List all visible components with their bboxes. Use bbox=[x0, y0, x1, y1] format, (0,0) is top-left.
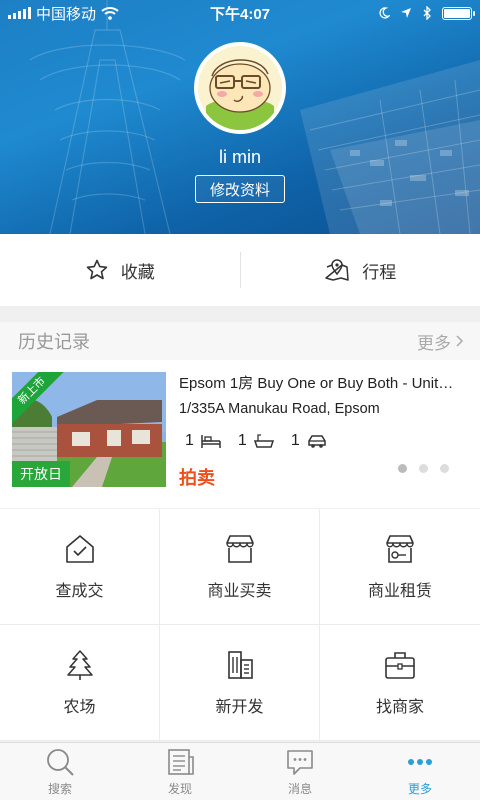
bathroom-count: 1 bbox=[237, 432, 247, 449]
building-icon bbox=[227, 650, 253, 679]
history-section: 历史记录 更多 新上市 开放日 Epsom 1房 Buy One or Buy … bbox=[0, 322, 480, 508]
listing-photo: 新上市 开放日 bbox=[12, 372, 166, 487]
history-title: 历史记录 bbox=[18, 332, 90, 352]
tab-more[interactable]: 更多 bbox=[360, 743, 480, 800]
battery-icon bbox=[442, 6, 475, 20]
find-business-button[interactable]: 找商家 bbox=[320, 625, 480, 741]
parking-count: 1 bbox=[290, 432, 300, 449]
open-home-badge: 开放日 bbox=[12, 461, 70, 487]
pager-dot bbox=[419, 464, 428, 473]
message-icon bbox=[287, 749, 313, 775]
grid-item-label: 找商家 bbox=[375, 698, 424, 716]
briefcase-icon bbox=[385, 651, 415, 679]
commercial-sale-button[interactable]: 商业买卖 bbox=[160, 509, 320, 625]
services-grid: 查成交 商业买卖 商业租赁 农场 新开发 找商家 bbox=[0, 509, 480, 741]
history-header: 历史记录 更多 bbox=[0, 322, 480, 360]
location-arrow-icon bbox=[401, 8, 411, 18]
username: li min bbox=[218, 147, 261, 167]
edit-profile-button[interactable]: 修改资料 bbox=[195, 175, 285, 203]
favorites-button[interactable]: 收藏 bbox=[0, 258, 240, 283]
pager-dot bbox=[398, 464, 407, 473]
grid-item-label: 查成交 bbox=[55, 582, 104, 600]
history-more-link[interactable]: 更多 bbox=[417, 329, 464, 354]
avatar[interactable] bbox=[194, 42, 286, 134]
tab-messages[interactable]: 消息 bbox=[240, 743, 360, 800]
sale-type-label: 拍卖 bbox=[179, 468, 215, 488]
listing-address: 1/335A Manukau Road, Epsom bbox=[179, 401, 380, 417]
car-icon bbox=[307, 435, 326, 448]
bed-icon bbox=[201, 435, 221, 448]
history-pager bbox=[398, 464, 449, 473]
more-icon bbox=[408, 758, 432, 765]
commercial-lease-button[interactable]: 商业租赁 bbox=[320, 509, 480, 625]
grid-item-label: 商业买卖 bbox=[207, 582, 272, 600]
star-icon bbox=[86, 259, 108, 280]
pager-dot bbox=[440, 464, 449, 473]
moon-icon bbox=[379, 7, 390, 19]
tab-label: 发现 bbox=[167, 781, 192, 796]
search-icon bbox=[47, 748, 74, 776]
sold-records-button[interactable]: 查成交 bbox=[0, 509, 160, 625]
trips-label: 行程 bbox=[362, 262, 397, 282]
tab-label: 消息 bbox=[287, 781, 312, 796]
listing-title: Epsom 1房 Buy One or Buy Both - Unit… bbox=[179, 375, 454, 392]
tab-search[interactable]: 搜索 bbox=[0, 743, 120, 800]
bathtub-icon bbox=[253, 434, 274, 448]
chevron-right-icon bbox=[456, 335, 464, 347]
grid-item-label: 商业租赁 bbox=[367, 582, 432, 600]
carrier-name: 中国移动 bbox=[36, 5, 97, 23]
history-more-label: 更多 bbox=[417, 333, 451, 353]
history-listing-card[interactable]: 新上市 开放日 Epsom 1房 Buy One or Buy Both - U… bbox=[12, 372, 468, 488]
house-check-icon bbox=[65, 534, 94, 563]
listing-features: 1 1 1 bbox=[185, 432, 328, 450]
status-bar: 中国移动 下午4:07 bbox=[0, 0, 480, 26]
shop-icon bbox=[225, 534, 254, 563]
grid-item-label: 新开发 bbox=[215, 698, 264, 716]
shop-key-icon bbox=[386, 534, 414, 563]
trips-button[interactable]: 行程 bbox=[241, 258, 480, 283]
farm-button[interactable]: 农场 bbox=[0, 625, 160, 741]
newspaper-icon bbox=[168, 748, 194, 775]
tab-label: 搜索 bbox=[47, 781, 72, 796]
tab-label: 更多 bbox=[407, 781, 432, 796]
favorites-label: 收藏 bbox=[120, 262, 155, 282]
tab-discover[interactable]: 发现 bbox=[120, 743, 240, 800]
tree-icon bbox=[66, 649, 93, 680]
status-time: 下午4:07 bbox=[209, 5, 271, 23]
bedroom-count: 1 bbox=[185, 432, 194, 449]
wifi-icon bbox=[101, 7, 119, 20]
signal-icon bbox=[8, 7, 31, 19]
grid-item-label: 农场 bbox=[63, 698, 96, 716]
profile-header: 中国移动 下午4:07 li min 修改资料 bbox=[0, 0, 480, 234]
bottom-tab-bar: 搜索 发现 消息 更多 bbox=[0, 742, 480, 800]
quick-actions-row: 收藏 行程 bbox=[0, 234, 480, 306]
avatar-cartoon-face bbox=[198, 46, 282, 130]
map-pin-icon bbox=[325, 259, 349, 281]
new-development-button[interactable]: 新开发 bbox=[160, 625, 320, 741]
bluetooth-icon bbox=[423, 6, 431, 20]
